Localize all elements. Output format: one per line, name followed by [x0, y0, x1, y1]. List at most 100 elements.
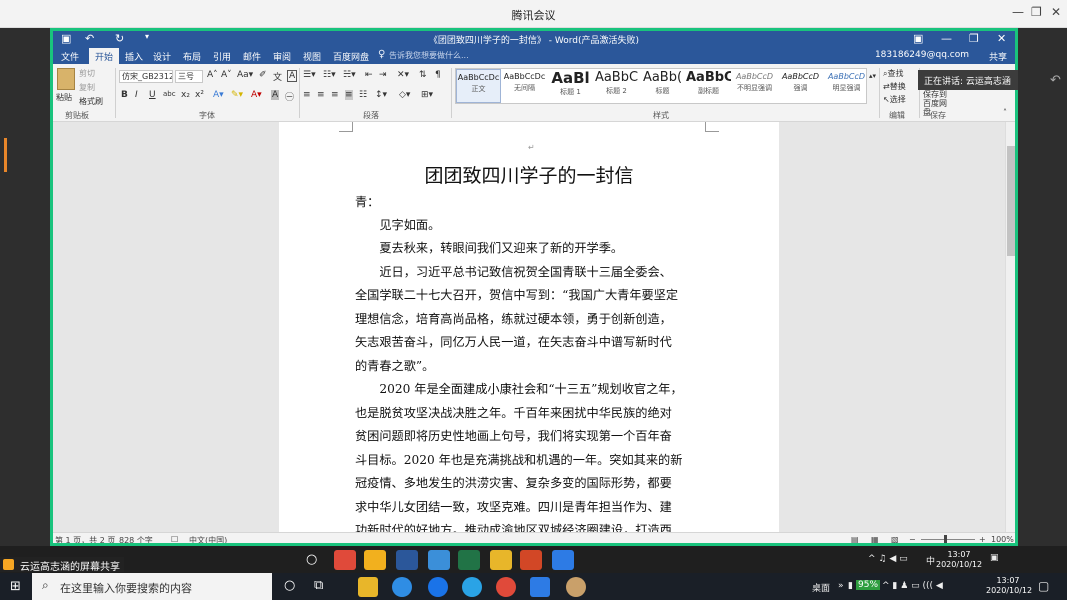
numbering-icon[interactable]: ☷▾ [323, 70, 336, 80]
tray-icons[interactable]: ^ ♫ ◀ ▭ [868, 554, 908, 564]
expand-icon[interactable]: » [838, 581, 844, 591]
scrollbar-thumb[interactable] [1007, 146, 1015, 256]
minimize-icon[interactable]: — [1012, 5, 1024, 19]
notification-icon[interactable]: ▣ [990, 553, 999, 563]
collapse-ribbon-icon[interactable]: ˄ [1003, 108, 1007, 117]
style-emphasis[interactable]: AaBbCcD 强调 [778, 69, 823, 103]
char-border-icon[interactable]: A [287, 70, 298, 82]
share-button[interactable]: 共享 [989, 50, 1007, 63]
replace-button[interactable]: ⇄替换 [883, 81, 906, 92]
qq-icon[interactable] [364, 550, 386, 570]
align-center-icon[interactable]: ≡ [317, 90, 325, 100]
app-icon[interactable] [428, 550, 450, 570]
increase-indent-icon[interactable]: ⇥ [379, 70, 387, 80]
font-size-select[interactable]: 三号 [175, 70, 203, 83]
page-count[interactable]: 第 1 页，共 2 页 [55, 535, 115, 546]
restore-icon[interactable]: ❐ [1031, 5, 1042, 19]
battery-icon[interactable]: ▮ [848, 581, 853, 591]
word-restore-icon[interactable]: ❐ [969, 32, 979, 45]
ime-indicator[interactable]: 中 [926, 554, 935, 567]
taskbar-search[interactable]: ⌕ 在这里输入你要搜索的内容 [32, 573, 272, 600]
word-close-icon[interactable]: ✕ [997, 32, 1006, 45]
highlight-icon[interactable]: ✎▾ [231, 90, 243, 100]
style-no-spacing[interactable]: AaBbCcDc 无间隔 [502, 69, 547, 103]
folder-icon[interactable] [490, 550, 512, 570]
chrome-icon[interactable] [334, 550, 356, 570]
edge-icon[interactable] [428, 577, 448, 597]
paste-icon[interactable] [57, 68, 75, 90]
bold-icon[interactable]: B [121, 90, 128, 100]
windows-start-icon[interactable]: ⊞ [10, 579, 21, 594]
zoom-slider[interactable] [921, 539, 975, 540]
paste-button[interactable]: 粘贴 [56, 92, 72, 103]
read-mode-icon[interactable]: ▤ [851, 535, 859, 544]
app-icon[interactable] [462, 577, 482, 597]
tab-insert[interactable]: 插入 [125, 50, 143, 63]
tab-mailings[interactable]: 邮件 [243, 50, 261, 63]
notification-icon[interactable]: ▢ [1038, 579, 1049, 593]
distributed-icon[interactable]: ☷ [359, 90, 367, 100]
tab-review[interactable]: 审阅 [273, 50, 291, 63]
shrink-font-icon[interactable]: A˅ [221, 70, 232, 80]
shared-clock[interactable]: 13:07 2020/10/12 [936, 550, 982, 570]
find-button[interactable]: ⌕查找 [883, 68, 903, 79]
cortana-icon[interactable]: ○ [284, 578, 295, 593]
style-heading-2[interactable]: AaBbC 标题 2 [594, 69, 639, 103]
document-page[interactable]: ↵ 团团致四川学子的一封信 青： 见字如面。 夏去秋来，转眼间我们又迎来了新的开… [279, 122, 779, 532]
file-explorer-icon[interactable] [358, 577, 378, 597]
bullets-icon[interactable]: ☰▾ [303, 70, 316, 80]
superscript-icon[interactable]: x² [195, 90, 204, 100]
subscript-icon[interactable]: x₂ [181, 90, 190, 100]
powerpoint-icon[interactable] [520, 550, 542, 570]
back-arrow-icon[interactable]: ↶ [1050, 73, 1061, 88]
align-left-icon[interactable]: ≡ [303, 90, 311, 100]
style-subtitle[interactable]: AaBbC 副标题 [686, 69, 731, 103]
task-view-icon[interactable]: ○ [306, 552, 317, 567]
zoom-out-icon[interactable]: − [909, 535, 916, 544]
tray-icons[interactable]: ^ ▮ ♟ ▭ ((( ◀ [882, 581, 943, 591]
font-name-select[interactable]: 仿宋_GB2312 [119, 70, 173, 83]
grow-font-icon[interactable]: A˄ [207, 70, 218, 80]
change-case-icon[interactable]: Aa▾ [237, 70, 253, 80]
line-spacing-icon[interactable]: ↕▾ [375, 90, 387, 100]
battery-level[interactable]: 95% [856, 580, 881, 590]
account-name[interactable]: 183186249@qq.com [875, 50, 969, 60]
phonetic-guide-icon[interactable]: 文 [273, 70, 282, 83]
word-icon[interactable] [396, 550, 418, 570]
italic-icon[interactable]: I [135, 90, 138, 100]
tab-design[interactable]: 设计 [153, 50, 171, 63]
underline-icon[interactable]: U [149, 90, 156, 100]
tencent-meeting-icon[interactable] [552, 550, 574, 570]
zoom-in-icon[interactable]: + [979, 535, 986, 544]
text-effects-icon[interactable]: A▾ [213, 90, 224, 100]
excel-icon[interactable] [458, 550, 480, 570]
style-title[interactable]: AaBb(标题 [640, 69, 685, 103]
tab-layout[interactable]: 布局 [183, 50, 201, 63]
copy-button[interactable]: 复制 [79, 82, 95, 93]
tab-view[interactable]: 视图 [303, 50, 321, 63]
multilevel-list-icon[interactable]: ☵▾ [343, 70, 356, 80]
word-count[interactable]: 828 个字 [119, 535, 153, 546]
web-layout-icon[interactable]: ▧ [891, 535, 899, 544]
cut-button[interactable]: 剪切 [79, 68, 95, 79]
sort-icon[interactable]: ⇅ [419, 70, 427, 80]
ribbon-display-icon[interactable]: ▣ [913, 32, 923, 45]
app-icon[interactable] [392, 577, 412, 597]
clear-format-icon[interactable]: ✐ [259, 70, 267, 80]
task-view-icon[interactable]: ⧉ [314, 578, 323, 593]
tencent-meeting-icon[interactable] [530, 577, 550, 597]
shading-icon[interactable]: ◇▾ [399, 90, 410, 100]
style-heading-1[interactable]: AaBl 标题 1 [548, 69, 593, 103]
print-layout-icon[interactable]: ▦ [871, 535, 879, 544]
strikethrough-icon[interactable]: abc [163, 90, 176, 98]
format-painter-button[interactable]: 格式刷 [79, 96, 103, 107]
style-subtle-emphasis[interactable]: AaBbCcD 不明显强调 [732, 69, 777, 103]
tab-references[interactable]: 引用 [213, 50, 231, 63]
borders-icon[interactable]: ⊞▾ [421, 90, 433, 100]
taskbar-clock[interactable]: 13:07 2020/10/12 [986, 576, 1032, 596]
tab-file[interactable]: 文件 [61, 50, 79, 63]
proofing-icon[interactable]: ☐ [171, 535, 178, 544]
style-normal[interactable]: AaBbCcDc 正文 [456, 69, 501, 103]
enclose-char-icon[interactable]: ㊀ [285, 90, 294, 103]
chrome-icon[interactable] [496, 577, 516, 597]
